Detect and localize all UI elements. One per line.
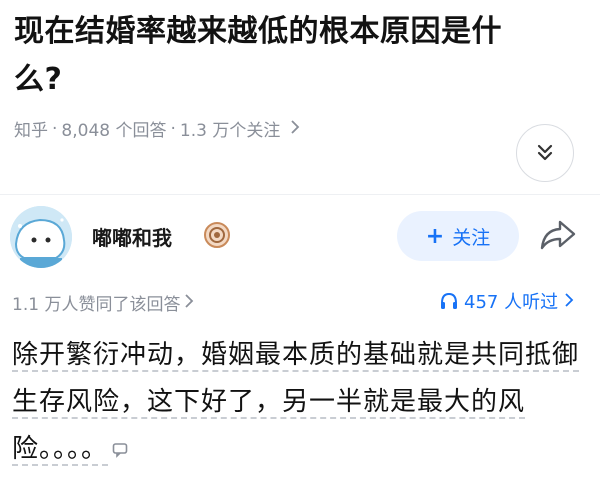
question-meta[interactable]: 知乎 · 8,048 个回答 · 1.3 万个关注 [14, 116, 300, 141]
chevron-right-icon [564, 291, 574, 312]
author-name[interactable]: 嘟嘟和我 [92, 222, 172, 251]
chevron-right-icon [184, 293, 194, 313]
listen-count: 457 人听过 [464, 292, 559, 313]
meta-separator: · [52, 118, 58, 139]
followers-count: 1.3 万个关注 [179, 121, 281, 141]
chevron-right-icon [290, 119, 300, 138]
meta-separator: · [170, 118, 176, 139]
divider [0, 194, 600, 195]
badge-icon [204, 222, 230, 248]
listen-button[interactable]: 457 人听过 [440, 288, 574, 314]
comment-icon[interactable] [112, 442, 128, 458]
answer-text[interactable]: 除开繁衍冲动，婚姻最本质的基础就是共同抵御生存风险，这下好了，另一半就是最大的风… [12, 332, 588, 473]
expand-button[interactable] [516, 124, 574, 182]
plus-icon: + [425, 223, 445, 249]
follow-label: 关注 [452, 226, 491, 249]
likes-text: 1.1 万人赞同了该回答 [12, 295, 181, 315]
likes-summary[interactable]: 1.1 万人赞同了该回答 [12, 290, 194, 315]
headphones-icon [441, 292, 457, 309]
share-icon[interactable] [538, 218, 578, 252]
avatar-icon [10, 206, 72, 268]
avatar[interactable] [10, 206, 72, 268]
answers-count: 8,048 个回答 [61, 121, 167, 141]
answer-content: 除开繁衍冲动，婚姻最本质的基础就是共同抵御生存风险，这下好了，另一半就是最大的风… [12, 340, 580, 466]
double-chevron-down-icon [537, 144, 553, 161]
question-title[interactable]: 现在结婚率越来越低的根本原因是什么? [14, 8, 534, 104]
follow-button[interactable]: + 关注 [397, 211, 519, 261]
source-label: 知乎 [14, 121, 48, 141]
